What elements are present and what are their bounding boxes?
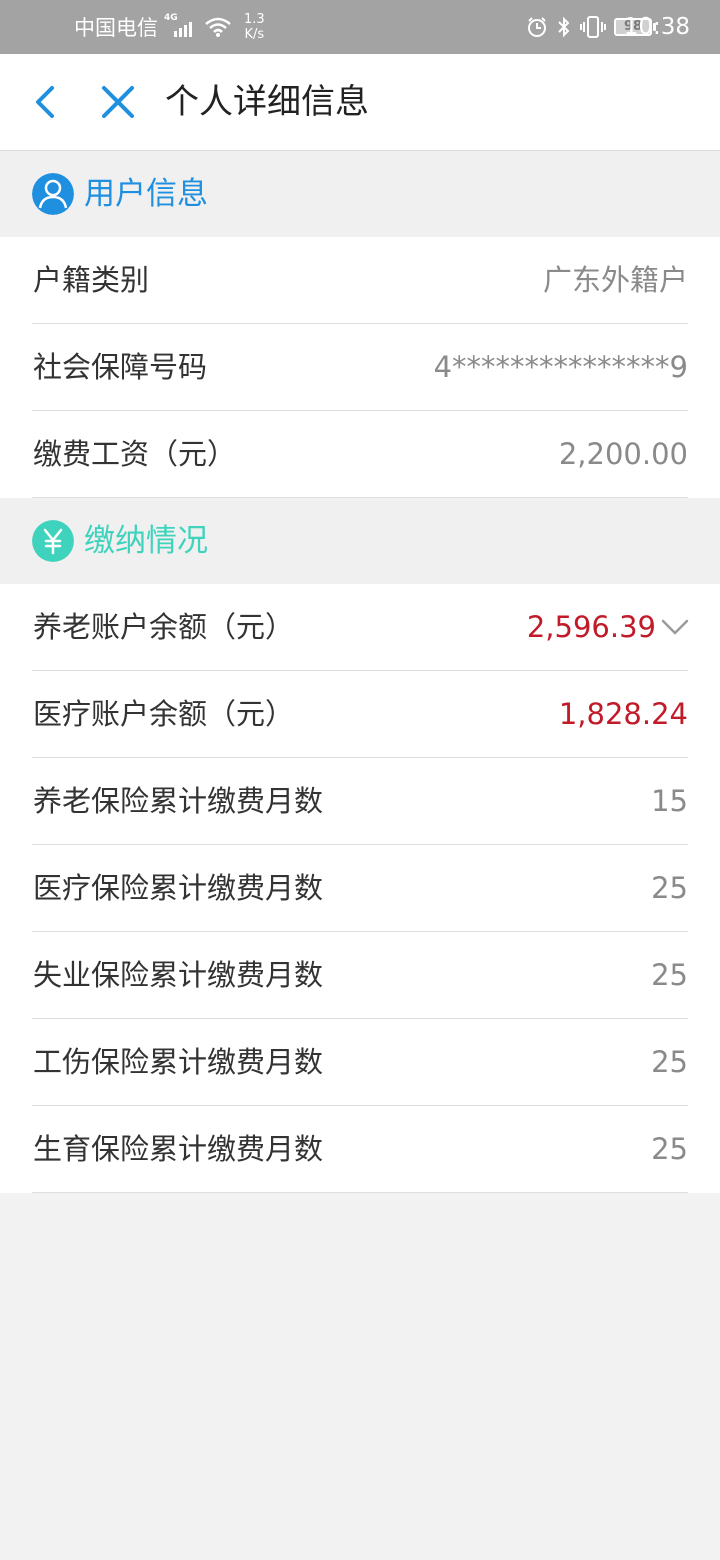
row-label: 户籍类别 [33, 263, 150, 297]
row-value: 25 [651, 1045, 688, 1079]
row-label: 生育保险累计缴费月数 [33, 1132, 324, 1166]
user-info-section-header: 用户信息 [0, 151, 720, 237]
status-bar: 中国电信 4G 1.3 K/s 98 10:38 [0, 0, 720, 54]
row-label: 医疗账户余额（元） [33, 697, 295, 731]
row-label: 养老账户余额（元） [33, 610, 295, 644]
row-value: 15 [651, 784, 688, 818]
list-item: 生育保险累计缴费月数 25 [0, 1106, 720, 1193]
user-icon [32, 173, 74, 215]
list-item: 养老保险累计缴费月数 15 [0, 758, 720, 845]
list-item: 工伤保险累计缴费月数 25 [0, 1019, 720, 1106]
pension-balance-row[interactable]: 养老账户余额（元） 2,596.39 [0, 584, 720, 671]
chevron-down-icon[interactable] [660, 614, 690, 640]
back-button[interactable] [24, 80, 64, 124]
row-label: 社会保障号码 [33, 350, 208, 384]
row-label: 养老保险累计缴费月数 [33, 784, 324, 818]
list-item: 医疗保险累计缴费月数 25 [0, 845, 720, 932]
row-value: 25 [651, 1132, 688, 1166]
status-time: 10:38 [623, 14, 690, 40]
close-button[interactable] [96, 80, 140, 124]
payment-section-title: 缴纳情况 [84, 523, 208, 559]
row-label: 工伤保险累计缴费月数 [33, 1045, 324, 1079]
row-value: 4***************9 [433, 350, 688, 384]
net-speed: 1.3 K/s [244, 12, 265, 42]
user-info-list: 户籍类别 广东外籍户 社会保障号码 4***************9 缴费工资… [0, 237, 720, 498]
row-value: 1,828.24 [558, 697, 688, 731]
payment-list: 养老账户余额（元） 2,596.39 医疗账户余额（元） 1,828.24 养老… [0, 584, 720, 1193]
row-label: 缴费工资（元） [33, 437, 237, 471]
row-value: 25 [651, 871, 688, 905]
list-item: 失业保险累计缴费月数 25 [0, 932, 720, 1019]
row-value: 2,200.00 [558, 437, 688, 471]
status-left: 中国电信 4G 1.3 K/s [74, 0, 265, 54]
list-item: 户籍类别 广东外籍户 [0, 237, 720, 324]
vibrate-icon [580, 16, 606, 38]
row-label: 医疗保险累计缴费月数 [33, 871, 324, 905]
page-title: 个人详细信息 [165, 82, 369, 122]
list-item: 缴费工资（元） 2,200.00 [0, 411, 720, 498]
row-value: 25 [651, 958, 688, 992]
bluetooth-icon [558, 16, 570, 38]
wifi-icon [205, 17, 231, 37]
list-item: 社会保障号码 4***************9 [0, 324, 720, 411]
row-value: 2,596.39 [526, 610, 656, 644]
list-item: 医疗账户余额（元） 1,828.24 [0, 671, 720, 758]
nav-bar: 个人详细信息 [0, 54, 720, 151]
payment-section-header: 缴纳情况 [0, 498, 720, 584]
row-value: 广东外籍户 [542, 263, 688, 297]
yuan-icon [32, 520, 74, 562]
alarm-icon [528, 17, 546, 37]
user-info-section-title: 用户信息 [84, 176, 208, 212]
net-speed-unit: K/s [244, 27, 265, 42]
net-speed-value: 1.3 [244, 12, 265, 27]
carrier-name: 中国电信 [74, 16, 158, 40]
cellular-signal-icon: 4G [164, 13, 192, 39]
row-label: 失业保险累计缴费月数 [33, 958, 324, 992]
